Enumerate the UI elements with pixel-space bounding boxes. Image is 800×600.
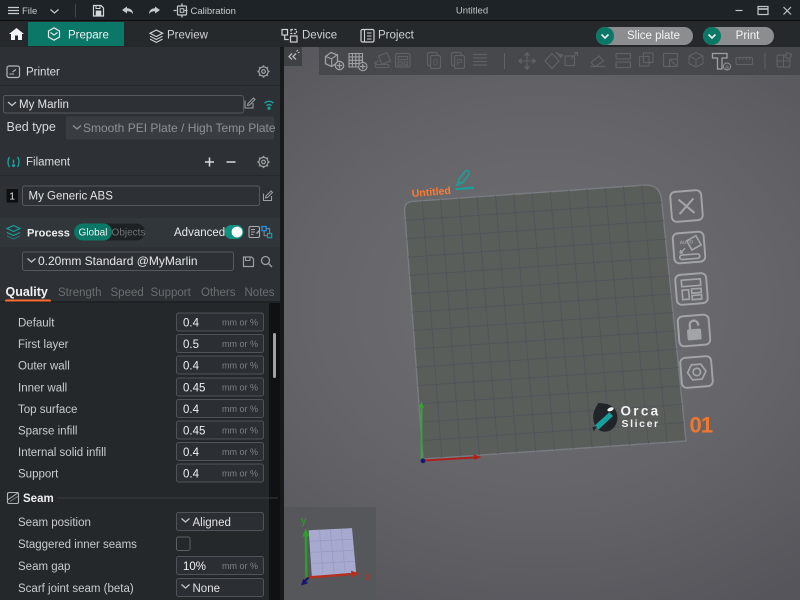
svg-text:Top surface: Top surface (18, 404, 77, 416)
svg-text:mm or %: mm or % (222, 561, 258, 571)
svg-text:Smooth PEI Plate / High Temp P: Smooth PEI Plate / High Temp Plate (83, 121, 276, 135)
svg-text:mm or %: mm or % (222, 383, 258, 393)
svg-text:Scarf joint seam (beta): Scarf joint seam (beta) (18, 583, 134, 595)
svg-text:Slicer: Slicer (622, 418, 660, 430)
svg-text:10%: 10% (183, 561, 206, 573)
svg-text:Filament: Filament (26, 157, 71, 169)
svg-text:01: 01 (690, 413, 713, 438)
svg-text:Others: Others (201, 287, 236, 299)
svg-text:Printer: Printer (26, 67, 60, 79)
svg-text:0.4: 0.4 (183, 469, 200, 481)
svg-text:Staggered inner seams: Staggered inner seams (18, 539, 137, 551)
svg-text:0.20mm Standard @MyMarlin: 0.20mm Standard @MyMarlin (38, 254, 198, 268)
svg-text:0.4: 0.4 (183, 361, 200, 373)
svg-text:0.4: 0.4 (183, 447, 200, 459)
svg-text:Seam: Seam (23, 493, 54, 505)
svg-text:Seam position: Seam position (18, 517, 91, 529)
svg-text:mm or %: mm or % (222, 318, 258, 328)
svg-text:Device: Device (302, 30, 337, 42)
svg-text:mm or %: mm or % (222, 469, 258, 479)
svg-text:Inner wall: Inner wall (18, 383, 67, 395)
svg-text:Objects: Objects (112, 228, 146, 239)
svg-text:Notes: Notes (245, 287, 275, 299)
svg-text:AUTO: AUTO (679, 239, 693, 246)
svg-text:Advanced: Advanced (174, 227, 225, 239)
svg-text:My Marlin: My Marlin (19, 99, 69, 111)
svg-text:Untitled: Untitled (411, 185, 451, 200)
svg-text:Support: Support (18, 469, 59, 481)
svg-text:0.45: 0.45 (183, 383, 205, 395)
svg-text:y: y (301, 515, 307, 527)
svg-text:Outer wall: Outer wall (18, 361, 70, 373)
svg-text:Default: Default (18, 318, 55, 330)
svg-text:Prepare: Prepare (68, 30, 109, 42)
svg-text:File: File (22, 6, 37, 17)
svg-text:Global: Global (79, 228, 108, 239)
svg-text:None: None (193, 583, 221, 595)
svg-text:0.45: 0.45 (183, 426, 205, 438)
svg-text:0.4: 0.4 (183, 404, 200, 416)
svg-text:Project: Project (378, 30, 415, 42)
svg-text:Bed type: Bed type (7, 120, 56, 134)
svg-text:mm or %: mm or % (222, 426, 258, 436)
svg-text:0.5: 0.5 (183, 339, 199, 351)
svg-text:Sparse infill: Sparse infill (18, 426, 77, 438)
svg-text:Seam gap: Seam gap (18, 561, 70, 573)
svg-text:x: x (365, 571, 371, 583)
svg-text:Quality: Quality (6, 285, 48, 299)
svg-text:mm or %: mm or % (222, 404, 258, 414)
svg-text:1: 1 (9, 192, 15, 203)
svg-text:Untitled: Untitled (456, 6, 488, 17)
svg-text:Internal solid infill: Internal solid infill (18, 447, 106, 459)
svg-text:mm or %: mm or % (222, 361, 258, 371)
svg-text:mm or %: mm or % (222, 339, 258, 349)
svg-text:Support: Support (151, 287, 192, 299)
svg-text:Aligned: Aligned (193, 517, 231, 529)
svg-text:Strength: Strength (58, 287, 101, 299)
svg-text:Calibration: Calibration (191, 6, 236, 17)
svg-text:mm or %: mm or % (222, 447, 258, 457)
svg-text:First layer: First layer (18, 339, 69, 351)
svg-text:Speed: Speed (111, 287, 144, 299)
svg-text:Process: Process (27, 228, 70, 240)
svg-text:0.4: 0.4 (183, 318, 200, 330)
svg-text:My Generic ABS: My Generic ABS (29, 191, 114, 203)
svg-text:Preview: Preview (167, 30, 209, 42)
svg-text:Orca: Orca (621, 404, 661, 419)
